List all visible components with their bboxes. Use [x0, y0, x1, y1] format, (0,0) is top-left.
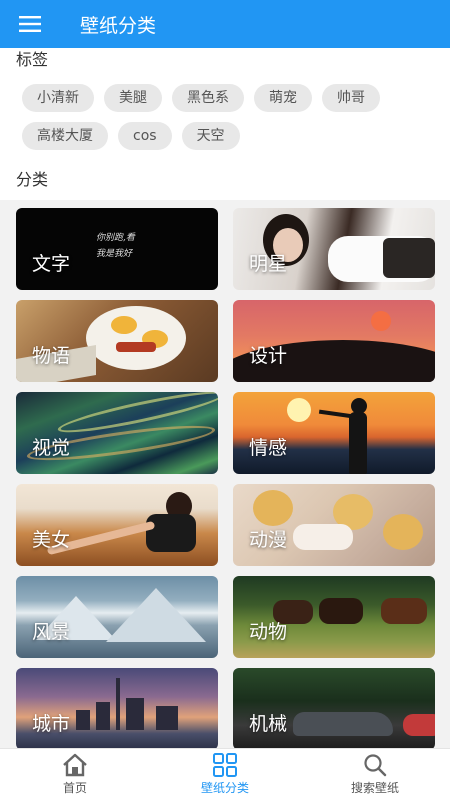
tab-label: 搜索壁纸	[350, 781, 399, 795]
category-card-animals[interactable]: 动物	[233, 576, 435, 658]
category-label: 风景	[32, 621, 71, 643]
category-card-city[interactable]: 城市	[16, 668, 218, 748]
category-label: 城市	[32, 713, 71, 735]
tag-chip[interactable]: 天空	[181, 122, 240, 150]
card-overlay-text: 我是我好	[96, 249, 133, 259]
category-card-emotion[interactable]: 情感	[233, 392, 435, 474]
category-label: 明星	[249, 253, 288, 275]
home-icon	[63, 753, 87, 777]
category-label: 机械	[249, 713, 288, 735]
category-label: 情感	[249, 437, 288, 459]
tag-chip[interactable]: 小清新	[22, 84, 94, 112]
tab-label: 首页	[62, 781, 87, 795]
tab-label: 壁纸分类	[200, 781, 249, 795]
tag-chip[interactable]: 黑色系	[172, 84, 244, 112]
category-label: 设计	[249, 345, 288, 367]
tab-wallpaper-categories[interactable]: 壁纸分类	[150, 749, 300, 800]
categories-section-title: 分类	[16, 170, 49, 189]
category-label: 文字	[32, 253, 71, 275]
category-card-machinery[interactable]: 机械	[233, 668, 435, 748]
category-label: 动物	[249, 621, 288, 643]
category-label: 视觉	[32, 437, 71, 459]
category-card-celebrity[interactable]: 明星	[233, 208, 435, 290]
menu-icon	[19, 16, 41, 32]
tag-chip[interactable]: 高楼大厦	[22, 122, 108, 150]
search-icon	[364, 754, 387, 777]
category-label: 物语	[32, 345, 71, 367]
content-area: 标签 小清新 美腿 黑色系 萌宠 帅哥 高楼大厦 cos 天空 分类 你别跑,看…	[0, 48, 450, 748]
tag-list: 小清新 美腿 黑色系 萌宠 帅哥 高楼大厦 cos 天空	[16, 74, 434, 160]
tag-chip[interactable]: 帅哥	[322, 84, 380, 112]
category-label: 动漫	[249, 529, 288, 551]
bottom-tab-bar: 首页 壁纸分类 搜索壁纸	[0, 748, 450, 800]
category-card-anime[interactable]: 动漫	[233, 484, 435, 566]
category-card-visual[interactable]: 视觉	[16, 392, 218, 474]
tab-search-wallpaper[interactable]: 搜索壁纸	[300, 749, 450, 800]
category-card-text[interactable]: 你别跑,看 我是我好 文字	[16, 208, 218, 290]
tag-chip[interactable]: 美腿	[104, 84, 162, 112]
category-card-beauty[interactable]: 美女	[16, 484, 218, 566]
card-overlay-text: 你别跑,看	[96, 233, 135, 243]
category-card-story[interactable]: 物语	[16, 300, 218, 382]
tag-chip[interactable]: cos	[118, 122, 172, 150]
page-title: 壁纸分类	[80, 14, 157, 37]
tab-home[interactable]: 首页	[0, 749, 150, 800]
category-label: 美女	[32, 529, 71, 551]
tag-chip[interactable]: 萌宠	[254, 84, 312, 112]
menu-button[interactable]	[0, 0, 60, 48]
tags-section-title: 标签	[16, 50, 49, 69]
category-card-design[interactable]: 设计	[233, 300, 435, 382]
tags-panel: 标签 小清新 美腿 黑色系 萌宠 帅哥 高楼大厦 cos 天空 分类	[0, 48, 450, 200]
grid-icon	[213, 753, 237, 777]
category-card-scenery[interactable]: 风景	[16, 576, 218, 658]
app-bar: 壁纸分类	[0, 0, 450, 48]
